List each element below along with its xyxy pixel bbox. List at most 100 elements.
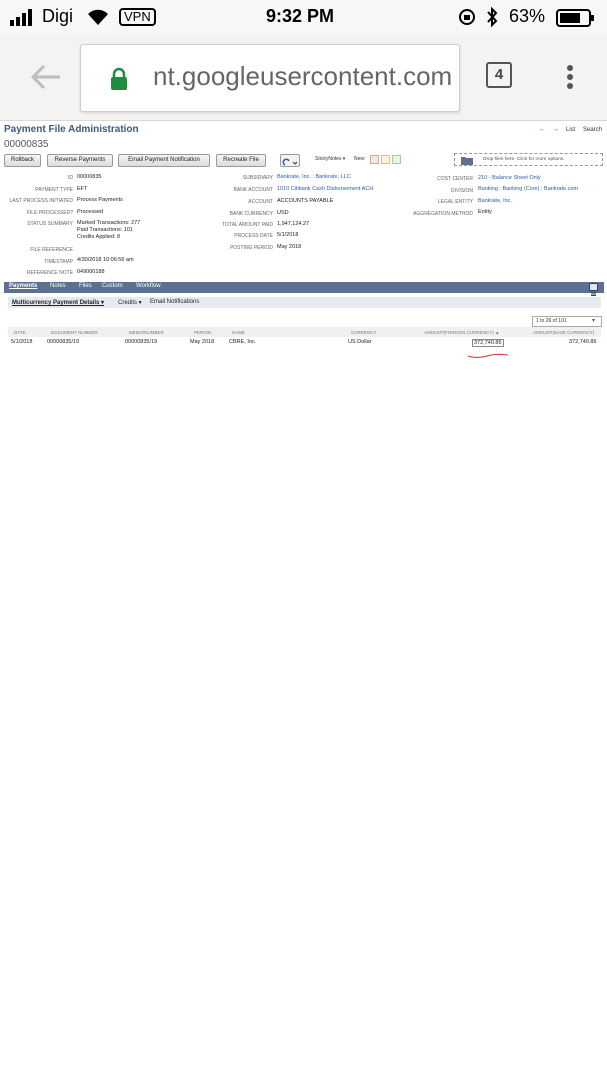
table-header: Date Document Number Memo/Number Period … — [8, 327, 601, 337]
process-date-value: 5/1/2018 — [277, 232, 299, 238]
bluetooth-icon — [486, 6, 498, 28]
legal-entity-value[interactable]: Bankrate, Inc. — [478, 198, 512, 204]
timestamp-value: 4/30/2018 10:06:56 am — [77, 257, 134, 263]
reference-note-label: Reference Note — [26, 270, 73, 276]
payments-subtabs: Multicurrency Payment Details ▾ Credits … — [8, 297, 601, 308]
subsidiary-value[interactable]: Bankrate, Inc. : Bankrate, LLC — [277, 174, 351, 180]
cost-center-value[interactable]: 210 - Balance Sheet Only — [478, 175, 541, 181]
subtab-multicurrency[interactable]: Multicurrency Payment Details ▾ — [12, 299, 104, 306]
subtab-email-notifications[interactable]: Email Notifications — [150, 299, 199, 305]
red-annotation-underline — [467, 346, 509, 358]
tab-notes[interactable]: Notes — [50, 283, 66, 289]
chevron-down-icon: ▾ — [592, 318, 596, 324]
status-summary-credits: Credits Applied: 8 — [77, 234, 121, 240]
more-menu-icon[interactable] — [566, 64, 574, 90]
collapse-icon[interactable] — [589, 283, 598, 296]
battery-icon — [556, 9, 596, 27]
file-processed-label: File Processed? — [26, 210, 73, 216]
reference-note-value: 049000188 — [77, 269, 105, 275]
division-label: Division — [451, 188, 473, 194]
table-row[interactable] — [8, 337, 601, 347]
tab-switcher-button[interactable]: 4 — [486, 62, 512, 88]
id-value: 00000835 — [77, 174, 102, 180]
row-amount-base: 372,740.86 — [569, 339, 597, 345]
timestamp-label: Timestamp — [44, 259, 73, 265]
tab-files[interactable]: Files — [79, 283, 92, 289]
col-period[interactable]: Period — [194, 330, 211, 335]
bank-account-value[interactable]: 1010 Citibank Cash Disbursement ACH — [277, 186, 373, 192]
tab-count: 4 — [494, 66, 504, 83]
last-process-value: Process Payments — [77, 197, 123, 203]
aggregation-method-label: Aggregation Method — [413, 211, 473, 217]
note-color-yellow[interactable] — [381, 155, 390, 164]
col-amount-base[interactable]: Amount(Base Currency) — [533, 330, 594, 335]
account-value: ACCOUNTS PAYABLE — [277, 198, 334, 204]
posting-period-label: Posting Period — [229, 245, 273, 251]
col-memo-number[interactable]: Memo/Number — [129, 330, 164, 335]
tab-workflow[interactable]: Workflow — [136, 283, 161, 289]
pager-text: 1 to 26 of 101 — [536, 318, 567, 324]
col-name[interactable]: Name — [232, 330, 245, 335]
actions-menu-icon[interactable] — [280, 154, 300, 167]
prev-arrow-icon[interactable]: ← — [539, 126, 546, 133]
note-color-green[interactable] — [392, 155, 401, 164]
bank-account-label: Bank Account — [233, 187, 273, 193]
payment-type-label: Payment Type — [35, 187, 73, 193]
email-payment-notification-button[interactable]: Email Payment Notification — [118, 154, 210, 167]
status-summary-paid: Paid Transactions: 101 — [77, 227, 133, 233]
row-period: May 2018 — [190, 339, 215, 345]
clock: 9:32 PM — [266, 6, 335, 26]
orientation-lock-icon — [458, 8, 476, 26]
status-summary-value: Marked Transactions: 277 — [77, 220, 141, 226]
col-currency[interactable]: Currency — [351, 330, 377, 335]
note-color-pink[interactable] — [370, 155, 379, 164]
list-link[interactable]: List — [566, 127, 575, 133]
account-label: Account — [248, 199, 273, 205]
file-drop-zone[interactable]: Drop files here. Click for more options. — [454, 153, 603, 166]
subsidiary-label: Subsidiary — [242, 175, 273, 181]
rollback-button[interactable]: Rollback — [4, 154, 41, 167]
cost-center-label: Cost Center — [437, 176, 473, 182]
status-bar: Digi VPN 9:32 PM 63% — [0, 0, 607, 34]
col-amount-foreign[interactable]: Amount(Foreign Currency) ▲ — [424, 330, 499, 335]
row-currency: US Dollar — [348, 339, 372, 345]
process-date-label: Process Date — [234, 233, 273, 239]
record-id: 00000835 — [4, 139, 49, 150]
bank-currency-label: Bank Currency — [229, 211, 273, 217]
battery-percent: 63% — [509, 6, 546, 26]
lock-icon — [109, 67, 129, 91]
tab-custom[interactable]: Custom — [102, 283, 123, 289]
vpn-badge: VPN — [119, 8, 156, 26]
signal-icon — [10, 8, 40, 26]
pager-select[interactable]: 1 to 26 of 101 ▾ — [532, 316, 602, 327]
tab-payments[interactable]: Payments — [9, 283, 37, 289]
search-link[interactable]: Search — [583, 127, 602, 133]
back-arrow-icon[interactable] — [30, 62, 62, 92]
file-processed-value: Processed — [77, 209, 103, 215]
subtab-credits[interactable]: Credits ▾ — [118, 299, 142, 306]
sticky-notes-menu[interactable]: StickyNotes ▾ — [315, 156, 345, 162]
new-note-label: New: — [354, 156, 366, 162]
recreate-file-button[interactable]: Recreate File — [216, 154, 266, 167]
record-tabs: Payments Notes Files Custom Workflow — [4, 282, 604, 296]
row-date[interactable]: 5/1/2018 — [11, 339, 32, 345]
file-reference-label: File Reference — [30, 247, 73, 253]
status-summary-label: Status Summary — [27, 221, 73, 227]
payment-type-value: EFT — [77, 186, 88, 192]
col-document-number[interactable]: Document Number — [51, 330, 98, 335]
division-value[interactable]: Banking : Banking (Core) : Bankrate.com — [478, 186, 578, 192]
total-amount-label: Total Amount Paid — [222, 222, 273, 228]
posting-period-value: May 2018 — [277, 244, 302, 250]
row-name[interactable]: CBRE, Inc. — [229, 339, 256, 345]
bank-currency-value: USD — [277, 210, 289, 216]
aggregation-method-value: Entity — [478, 209, 492, 215]
next-arrow-icon[interactable]: → — [552, 126, 559, 133]
row-document-number[interactable]: 00000835/19 — [47, 339, 79, 345]
col-date[interactable]: Date — [14, 330, 26, 335]
address-bar[interactable]: nt.googleusercontent.com — [80, 44, 460, 112]
row-memo-number: 00000835/19 — [125, 339, 158, 345]
last-process-label: Last Process Initiated — [9, 198, 73, 204]
folder-icon — [461, 157, 473, 165]
reverse-payments-button[interactable]: Reverse Payments — [47, 154, 113, 167]
url-text: nt.googleusercontent.com — [153, 61, 453, 91]
